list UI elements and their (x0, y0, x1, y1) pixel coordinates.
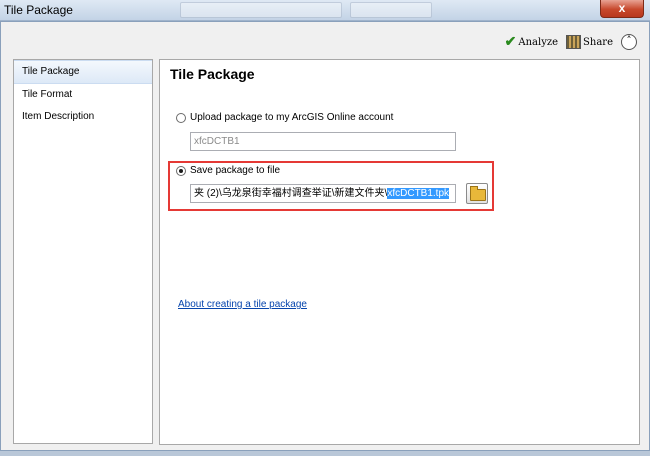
close-button[interactable]: x (600, 0, 644, 18)
analyze-button[interactable]: ✔ Analyze (505, 34, 558, 50)
share-icon (566, 35, 582, 49)
upload-option[interactable]: Upload package to my ArcGIS Online accou… (176, 112, 393, 123)
help-link[interactable]: About creating a tile package (178, 299, 307, 310)
sidebar-item-tile-package[interactable]: Tile Package (14, 60, 152, 84)
upload-option-label: Upload package to my ArcGIS Online accou… (190, 112, 394, 123)
checkmark-icon: ✔ (504, 34, 517, 50)
bottom-strip (0, 451, 650, 456)
background-tab-ghost (350, 2, 432, 18)
highlight-annotation (168, 161, 494, 211)
tile-package-window: ✔ Analyze Share ˄ Tile Package Tile Form… (0, 21, 650, 451)
page-title: Tile Package (170, 66, 255, 82)
main-panel: Tile Package Upload package to my ArcGIS… (159, 59, 640, 445)
title-bar: Tile Package x (0, 0, 650, 21)
window-title: Tile Package (4, 3, 73, 17)
upload-radio[interactable] (176, 112, 186, 123)
sidebar: Tile Package Tile Format Item Descriptio… (13, 59, 153, 444)
toolbar: ✔ Analyze Share ˄ (505, 33, 637, 51)
sidebar-item-item-description[interactable]: Item Description (14, 106, 152, 128)
share-label: Share (583, 36, 613, 48)
analyze-label: Analyze (518, 36, 559, 48)
account-field[interactable]: xfcDCTB1 (190, 132, 456, 151)
sidebar-item-tile-format[interactable]: Tile Format (14, 84, 152, 106)
collapse-icon[interactable]: ˄ (621, 34, 637, 50)
share-button[interactable]: Share (566, 35, 613, 49)
background-tab-ghost (180, 2, 342, 18)
